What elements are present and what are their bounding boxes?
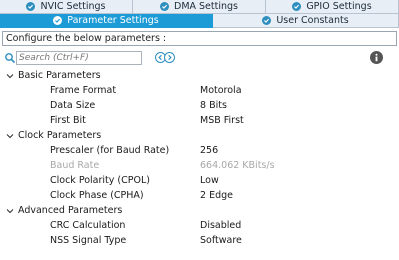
check-icon (26, 2, 36, 11)
param-name: First Bit (50, 115, 86, 126)
group-label: Advanced Parameters (18, 205, 123, 216)
tab-gpio-settings[interactable]: GPIO Settings (266, 0, 399, 14)
group-label: Clock Parameters (18, 130, 102, 141)
param-name: Prescaler (for Baud Rate) (50, 145, 170, 156)
check-icon (53, 16, 63, 25)
tab-row-top: NVIC Settings DMA Settings GPIO Settings (0, 0, 399, 14)
param-value: Disabled (200, 220, 242, 231)
check-icon (262, 16, 272, 25)
param-name: Baud Rate (50, 160, 100, 171)
param-row-first-bit[interactable]: First Bit MSB First (0, 113, 399, 128)
tab-parameter-settings[interactable]: Parameter Settings (0, 14, 213, 28)
param-row-prescaler[interactable]: Prescaler (for Baud Rate) 256 (0, 143, 399, 158)
param-row-clock-polarity[interactable]: Clock Polarity (CPOL) Low (0, 173, 399, 188)
configure-prompt: Configure the below parameters : (2, 31, 397, 46)
param-name: Clock Phase (CPHA) (50, 190, 144, 201)
search-input[interactable] (16, 51, 142, 65)
info-icon[interactable] (370, 51, 383, 64)
param-row-baud-rate: Baud Rate 664.062 KBits/s (0, 158, 399, 173)
param-row-crc-calculation[interactable]: CRC Calculation Disabled (0, 218, 399, 233)
param-value: Low (200, 175, 219, 186)
group-row-basic-parameters[interactable]: Basic Parameters (0, 68, 399, 83)
tab-row-bottom: Parameter Settings User Constants (0, 14, 399, 28)
param-value: 8 Bits (200, 100, 227, 111)
next-match-button[interactable] (164, 52, 175, 63)
param-value: 256 (200, 145, 219, 156)
tab-label: NVIC Settings (40, 1, 106, 12)
tab-label: DMA Settings (174, 1, 238, 12)
search-icon (4, 52, 16, 64)
chevron-down-icon (6, 74, 14, 79)
param-value: 664.062 KBits/s (200, 160, 275, 171)
param-name: NSS Signal Type (50, 235, 127, 246)
tab-label: User Constants (276, 15, 349, 26)
chevron-right-icon (168, 54, 172, 61)
check-icon (160, 2, 169, 11)
group-row-advanced-parameters[interactable]: Advanced Parameters (0, 203, 399, 218)
parameter-tree: Basic Parameters Frame Format Motorola D… (0, 68, 399, 248)
param-row-clock-phase[interactable]: Clock Phase (CPHA) 2 Edge (0, 188, 399, 203)
check-icon (292, 2, 302, 11)
param-row-frame-format[interactable]: Frame Format Motorola (0, 83, 399, 98)
param-name: Frame Format (50, 85, 117, 96)
search-row (0, 50, 399, 66)
tab-user-constants[interactable]: User Constants (213, 14, 399, 28)
tab-nvic-settings[interactable]: NVIC Settings (0, 0, 133, 14)
group-label: Basic Parameters (18, 70, 101, 81)
param-row-data-size[interactable]: Data Size 8 Bits (0, 98, 399, 113)
param-value: Motorola (200, 85, 242, 96)
param-name: Clock Polarity (CPOL) (50, 175, 150, 186)
param-value: Software (200, 235, 242, 246)
param-name: Data Size (50, 100, 96, 111)
tab-label: Parameter Settings (67, 15, 159, 26)
param-value: 2 Edge (200, 190, 233, 201)
chevron-left-icon (158, 54, 162, 61)
tab-dma-settings[interactable]: DMA Settings (133, 0, 266, 14)
param-name: CRC Calculation (50, 220, 126, 231)
tab-label: GPIO Settings (306, 1, 372, 12)
chevron-down-icon (6, 209, 14, 214)
param-row-nss-signal-type[interactable]: NSS Signal Type Software (0, 233, 399, 248)
chevron-down-icon (6, 134, 14, 139)
param-value: MSB First (200, 115, 244, 126)
group-row-clock-parameters[interactable]: Clock Parameters (0, 128, 399, 143)
